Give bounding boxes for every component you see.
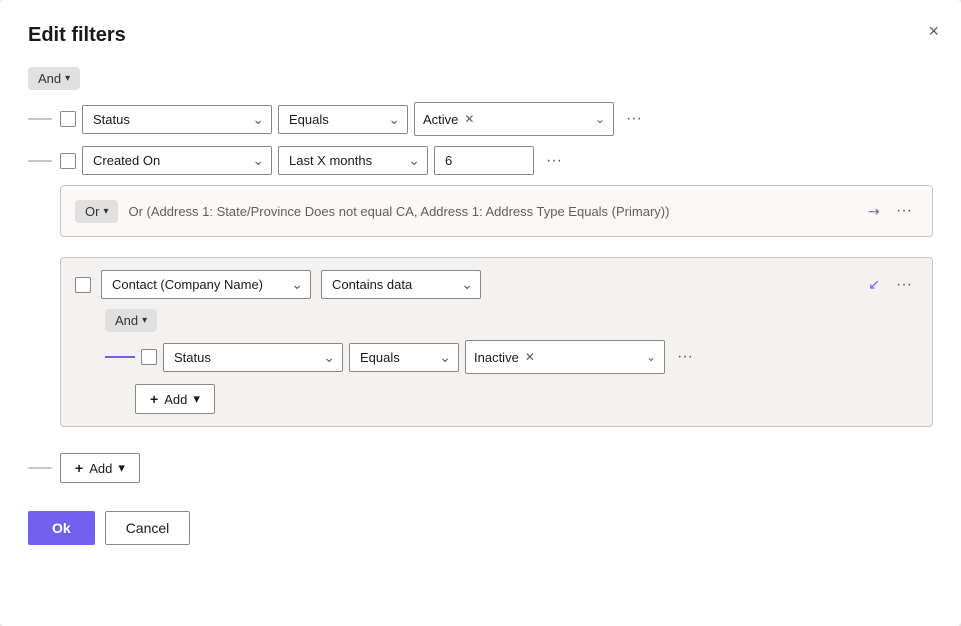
filter-row-1: Status Created On Contact (Company Name)… bbox=[28, 102, 933, 136]
filters-body: And ▾ Status Created On Contact (Company… bbox=[28, 67, 933, 545]
nested-group-checkbox[interactable] bbox=[75, 277, 91, 293]
inner-and-row: And ▾ bbox=[75, 309, 918, 332]
top-logic-label: And bbox=[38, 71, 61, 86]
dialog-title: Edit filters bbox=[28, 24, 933, 47]
inner-add-button[interactable]: + Add ▾ bbox=[135, 384, 215, 414]
operator-select-2[interactable]: Last X months Last X days Last X years bbox=[278, 146, 428, 175]
bottom-add-button[interactable]: + Add ▾ bbox=[60, 453, 140, 483]
bottom-add-row: + Add ▾ bbox=[28, 453, 933, 483]
collapse-icon[interactable]: ↙ bbox=[868, 276, 880, 293]
connector-line-1 bbox=[28, 118, 52, 120]
or-group-more[interactable]: ··· bbox=[890, 198, 918, 224]
bottom-add-plus: + bbox=[75, 460, 83, 476]
filter-row-1-checkbox[interactable] bbox=[60, 111, 76, 127]
or-group-header: Or ▾ Or (Address 1: State/Province Does … bbox=[75, 198, 918, 224]
inner-filter-row-wrapper: Status Created On Contact (Company Name)… bbox=[75, 340, 918, 374]
nested-field-select-wrapper: Contact (Company Name) Status Created On bbox=[101, 270, 311, 299]
nested-group-wrapper: Contact (Company Name) Status Created On… bbox=[60, 257, 933, 437]
inner-add-plus: + bbox=[150, 391, 158, 407]
inner-and-label: And bbox=[115, 313, 138, 328]
more-options-1[interactable]: ··· bbox=[620, 106, 648, 132]
operator-select-wrapper-1: Equals Does not equal bbox=[278, 105, 408, 134]
chip-value-1: Active bbox=[423, 112, 458, 127]
operator-select-wrapper-2: Last X months Last X days Last X years bbox=[278, 146, 428, 175]
inner-field-select-wrapper: Status Created On Contact (Company Name) bbox=[163, 343, 343, 372]
field-select-1[interactable]: Status Created On Contact (Company Name) bbox=[82, 105, 272, 134]
field-select-wrapper-1: Status Created On Contact (Company Name) bbox=[82, 105, 272, 134]
nested-group-box: Contact (Company Name) Status Created On… bbox=[60, 257, 933, 427]
top-logic-chevron: ▾ bbox=[65, 73, 70, 84]
inner-chip-value: Inactive bbox=[474, 350, 519, 365]
inner-filter-row: Status Created On Contact (Company Name)… bbox=[105, 340, 918, 374]
filter-row-2-content: Created On Status Contact (Company Name)… bbox=[60, 146, 933, 175]
bottom-add-label: Add bbox=[89, 461, 112, 476]
inner-add-label: Add bbox=[164, 392, 187, 407]
inner-and-chevron: ▾ bbox=[142, 315, 147, 326]
expand-icon[interactable]: ↗ bbox=[864, 201, 884, 221]
value-chip-1: Active ✕ bbox=[423, 112, 474, 127]
or-group-box: Or ▾ Or (Address 1: State/Province Does … bbox=[60, 185, 933, 237]
inner-chip-close[interactable]: ✕ bbox=[525, 351, 535, 363]
top-logic-badge[interactable]: And ▾ bbox=[28, 67, 80, 90]
value-text-2[interactable] bbox=[434, 146, 534, 175]
cancel-button[interactable]: Cancel bbox=[105, 511, 191, 545]
filter-row-2: Created On Status Contact (Company Name)… bbox=[28, 146, 933, 175]
inner-field-select[interactable]: Status Created On Contact (Company Name) bbox=[163, 343, 343, 372]
filter-row-2-checkbox[interactable] bbox=[60, 153, 76, 169]
close-button[interactable]: × bbox=[924, 18, 943, 44]
or-group-wrapper: Or ▾ Or (Address 1: State/Province Does … bbox=[60, 185, 933, 247]
inner-operator-select[interactable]: Equals Does not equal bbox=[349, 343, 459, 372]
inner-chip-dropdown-arrow[interactable]: ⌄ bbox=[646, 350, 656, 364]
nested-group-more[interactable]: ··· bbox=[890, 272, 918, 298]
or-logic-badge[interactable]: Or ▾ bbox=[75, 200, 118, 223]
edit-filters-dialog: Edit filters × And ▾ Status Created On C… bbox=[0, 0, 961, 626]
field-select-wrapper-2: Created On Status Contact (Company Name) bbox=[82, 146, 272, 175]
or-group-label: Or (Address 1: State/Province Does not e… bbox=[128, 204, 858, 219]
operator-select-1[interactable]: Equals Does not equal bbox=[278, 105, 408, 134]
dialog-footer: Ok Cancel bbox=[28, 511, 933, 545]
bottom-add-chevron: ▾ bbox=[118, 460, 125, 476]
inner-more-options[interactable]: ··· bbox=[671, 344, 699, 370]
ok-button[interactable]: Ok bbox=[28, 511, 95, 545]
value-chip-container-1: Active ✕ ⌄ bbox=[414, 102, 614, 136]
nested-operator-select-wrapper: Contains data Does not contain data Equa… bbox=[321, 270, 481, 299]
connector-line-2 bbox=[28, 160, 52, 162]
inner-and-badge[interactable]: And ▾ bbox=[105, 309, 157, 332]
more-options-2[interactable]: ··· bbox=[540, 148, 568, 174]
nested-group-header: Contact (Company Name) Status Created On… bbox=[75, 270, 918, 299]
nested-operator-select[interactable]: Contains data Does not contain data Equa… bbox=[321, 270, 481, 299]
inner-add-chevron: ▾ bbox=[193, 391, 200, 407]
or-logic-chevron: ▾ bbox=[103, 206, 108, 217]
inner-add-row: + Add ▾ bbox=[75, 384, 918, 414]
inner-value-chip: Inactive ✕ bbox=[474, 350, 535, 365]
inner-value-chip-container: Inactive ✕ ⌄ bbox=[465, 340, 665, 374]
inner-operator-select-wrapper: Equals Does not equal bbox=[349, 343, 459, 372]
inner-checkbox[interactable] bbox=[141, 349, 157, 365]
filter-row-1-content: Status Created On Contact (Company Name)… bbox=[60, 102, 933, 136]
bottom-connector bbox=[28, 467, 52, 469]
or-logic-label: Or bbox=[85, 204, 99, 219]
chip-dropdown-arrow-1[interactable]: ⌄ bbox=[595, 112, 605, 126]
nested-field-select[interactable]: Contact (Company Name) Status Created On bbox=[101, 270, 311, 299]
field-select-2[interactable]: Created On Status Contact (Company Name) bbox=[82, 146, 272, 175]
chip-close-1[interactable]: ✕ bbox=[464, 113, 474, 125]
inner-connector bbox=[105, 356, 135, 358]
